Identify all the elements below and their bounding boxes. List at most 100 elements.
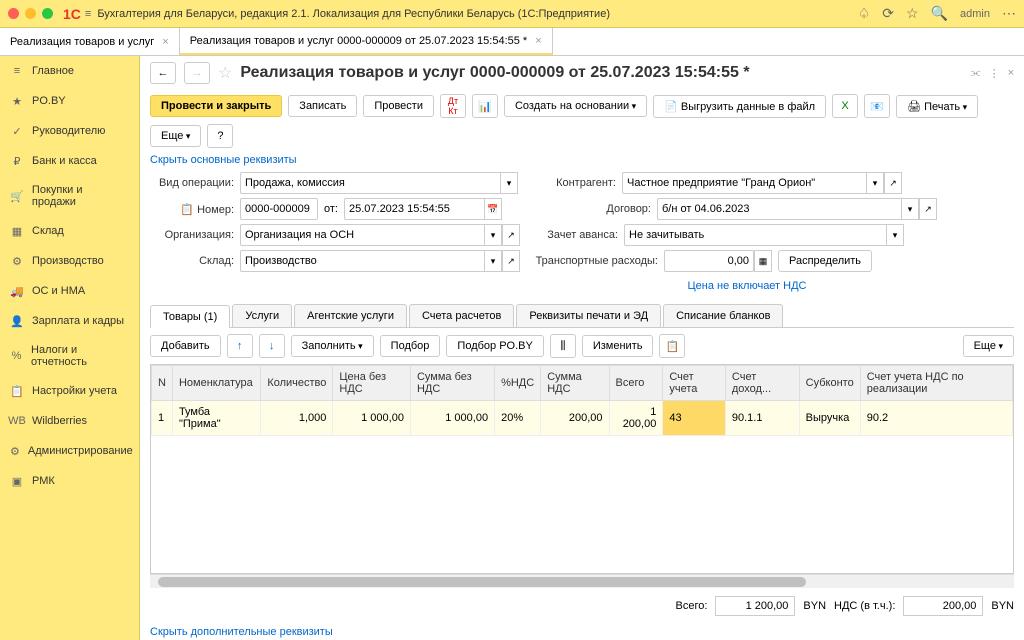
col-header-3[interactable]: Цена без НДС xyxy=(333,366,411,401)
sidebar-item-9[interactable]: %Налоги и отчетность xyxy=(0,336,139,376)
sidebar-item-6[interactable]: ⚙Производство xyxy=(0,246,139,276)
cell[interactable]: 43 xyxy=(663,401,726,436)
sidebar-item-13[interactable]: ▣РМК xyxy=(0,466,139,496)
star-icon[interactable]: ☆ xyxy=(906,5,919,22)
sidebar-item-0[interactable]: ≡Главное xyxy=(0,56,139,86)
close-window[interactable] xyxy=(8,8,19,19)
cell[interactable]: 200,00 xyxy=(541,401,609,436)
open-icon[interactable]: ↗ xyxy=(919,198,937,220)
sidebar-item-11[interactable]: WBWildberries xyxy=(0,406,139,436)
search-icon[interactable]: 🔍 xyxy=(931,5,948,22)
more-icon[interactable]: ⋯ xyxy=(1002,5,1016,22)
sidebar-item-2[interactable]: ✓Руководителю xyxy=(0,116,139,146)
pick-poby-button[interactable]: Подбор PO.BY xyxy=(446,335,543,357)
history-icon[interactable]: ⟳ xyxy=(882,5,894,22)
cell[interactable]: Тумба "Прима" xyxy=(172,401,260,436)
write-button[interactable]: Записать xyxy=(288,95,357,117)
col-header-5[interactable]: %НДС xyxy=(495,366,541,401)
kebab-icon[interactable]: ⋮ xyxy=(989,67,1000,80)
menu-icon[interactable]: ≡ xyxy=(85,8,91,20)
hide-extra-link[interactable]: Скрыть дополнительные реквизиты xyxy=(150,626,1014,638)
sidebar-item-1[interactable]: ★PO.BY xyxy=(0,86,139,116)
distribute-button[interactable]: Распределить xyxy=(778,250,872,272)
col-header-2[interactable]: Количество xyxy=(261,366,333,401)
post-button[interactable]: Провести xyxy=(363,95,434,117)
fill-button[interactable]: Заполнить xyxy=(291,335,374,357)
sub-tab-4[interactable]: Реквизиты печати и ЭД xyxy=(516,304,661,327)
post-and-close-button[interactable]: Провести и закрыть xyxy=(150,95,282,117)
sidebar-item-12[interactable]: ⚙Администрирование xyxy=(0,436,139,466)
calendar-icon[interactable]: 📅 xyxy=(484,198,502,220)
col-header-8[interactable]: Счет учета xyxy=(663,366,726,401)
excel-icon[interactable]: X xyxy=(832,94,858,118)
print-button[interactable]: 🖨 Печать xyxy=(896,95,978,118)
sidebar-item-10[interactable]: 📋Настройки учета xyxy=(0,376,139,406)
sidebar-item-4[interactable]: 🛒Покупки и продажи xyxy=(0,176,139,216)
forward-button[interactable]: → xyxy=(184,62,210,84)
export-file-button[interactable]: 📄 Выгрузить данные в файл xyxy=(653,95,826,118)
price-vat-link[interactable]: Цена не включает НДС xyxy=(688,280,807,292)
dropdown-icon[interactable]: ▾ xyxy=(484,250,502,272)
ep-icon[interactable]: 📧 xyxy=(864,94,890,118)
link-icon[interactable]: ⫘ xyxy=(971,67,981,80)
cell[interactable]: 1,000 xyxy=(261,401,333,436)
dropdown-icon[interactable]: ▾ xyxy=(484,224,502,246)
cell[interactable]: 1 000,00 xyxy=(410,401,494,436)
warehouse-input[interactable] xyxy=(240,250,484,272)
col-header-1[interactable]: Номенклатура xyxy=(172,366,260,401)
col-header-0[interactable]: N xyxy=(152,366,173,401)
sidebar-item-8[interactable]: 👤Зарплата и кадры xyxy=(0,306,139,336)
sub-tab-5[interactable]: Списание бланков xyxy=(663,304,783,327)
col-header-6[interactable]: Сумма НДС xyxy=(541,366,609,401)
open-icon[interactable]: ↗ xyxy=(502,224,520,246)
back-button[interactable]: ← xyxy=(150,62,176,84)
dropdown-icon[interactable]: ▾ xyxy=(500,172,518,194)
col-header-7[interactable]: Всего xyxy=(609,366,663,401)
operation-input[interactable] xyxy=(240,172,500,194)
dt-kt-icon[interactable]: ДтКт xyxy=(440,94,466,118)
advance-input[interactable] xyxy=(624,224,886,246)
cell[interactable]: Выручка xyxy=(799,401,860,436)
sidebar-item-3[interactable]: ₽Банк и касса xyxy=(0,146,139,176)
move-up-icon[interactable]: ↑ xyxy=(227,334,253,358)
transport-input[interactable] xyxy=(664,250,754,272)
hide-main-link[interactable]: Скрыть основные реквизиты xyxy=(150,154,1014,166)
sub-tab-3[interactable]: Счета расчетов xyxy=(409,304,514,327)
cell[interactable]: 1 200,00 xyxy=(609,401,663,436)
calc-icon[interactable]: ▦ xyxy=(754,250,772,272)
col-header-11[interactable]: Счет учета НДС по реализации xyxy=(860,366,1012,401)
contract-input[interactable] xyxy=(657,198,901,220)
col-header-9[interactable]: Счет доход... xyxy=(725,366,799,401)
cell[interactable]: 20% xyxy=(495,401,541,436)
dropdown-icon[interactable]: ▾ xyxy=(901,198,919,220)
cell[interactable]: 1 000,00 xyxy=(333,401,411,436)
open-icon[interactable]: ↗ xyxy=(884,172,902,194)
minimize-window[interactable] xyxy=(25,8,36,19)
sub-tab-1[interactable]: Услуги xyxy=(232,304,292,327)
number-input[interactable] xyxy=(240,198,318,220)
sub-tab-2[interactable]: Агентские услуги xyxy=(294,304,407,327)
clipboard-icon[interactable]: 📋 xyxy=(659,334,685,358)
barcode-icon[interactable]: ⫼ xyxy=(550,334,576,358)
help-button[interactable]: ? xyxy=(207,124,233,148)
table-row[interactable]: 1Тумба "Прима"1,0001 000,001 000,0020%20… xyxy=(152,401,1013,436)
date-input[interactable] xyxy=(344,198,484,220)
bell-icon[interactable]: ♤ xyxy=(858,5,871,22)
dropdown-icon[interactable]: ▾ xyxy=(886,224,904,246)
table-more-button[interactable]: Еще xyxy=(963,335,1014,357)
horizontal-scrollbar[interactable] xyxy=(150,574,1014,588)
maximize-window[interactable] xyxy=(42,8,53,19)
change-button[interactable]: Изменить xyxy=(582,335,654,357)
pick-button[interactable]: Подбор xyxy=(380,335,441,357)
col-header-4[interactable]: Сумма без НДС xyxy=(410,366,494,401)
close-icon[interactable]: × xyxy=(535,35,541,47)
sidebar-item-5[interactable]: ▦Склад xyxy=(0,216,139,246)
move-down-icon[interactable]: ↓ xyxy=(259,334,285,358)
sidebar-item-7[interactable]: 🚚ОС и НМА xyxy=(0,276,139,306)
col-header-10[interactable]: Субконто xyxy=(799,366,860,401)
report-icon[interactable]: 📊 xyxy=(472,94,498,118)
cell[interactable]: 90.2 xyxy=(860,401,1012,436)
counterparty-input[interactable] xyxy=(622,172,866,194)
close-doc-icon[interactable]: × xyxy=(1008,67,1014,80)
doc-tab-0[interactable]: Реализация товаров и услуг × xyxy=(0,28,180,55)
